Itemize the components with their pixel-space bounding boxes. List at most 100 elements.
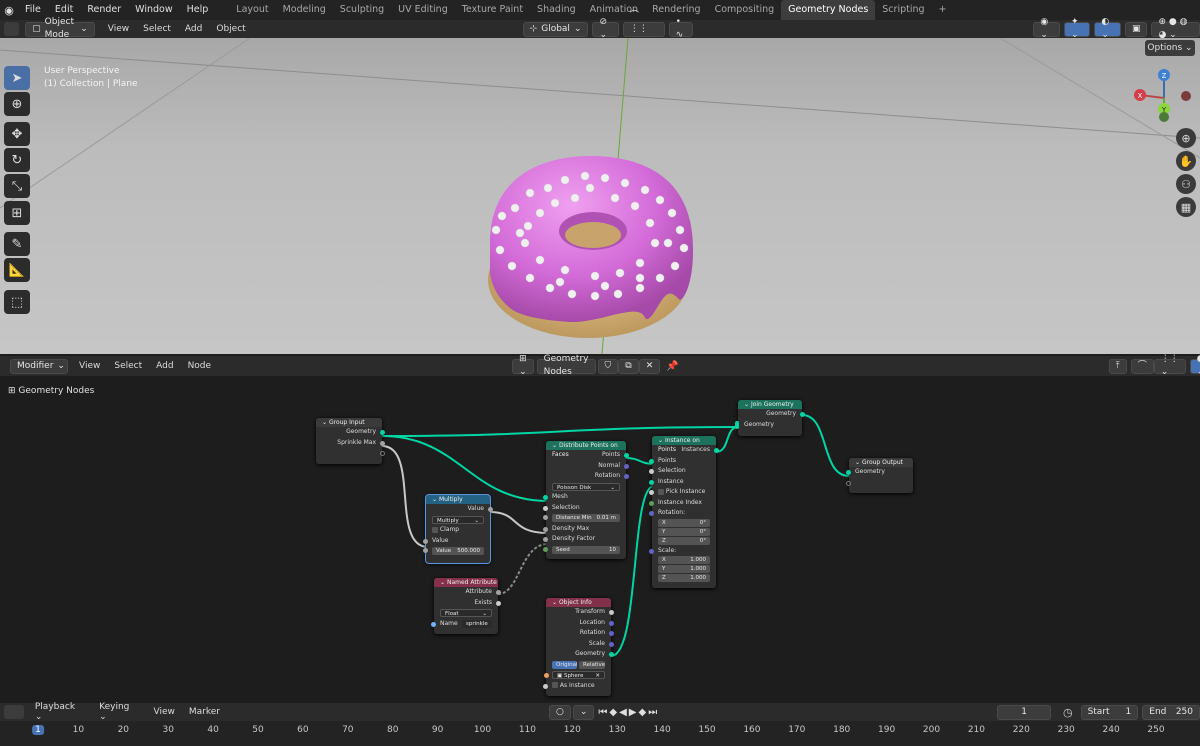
- pin-icon[interactable]: 📌: [666, 361, 678, 372]
- timeline-menu-playback[interactable]: Playback ⌄: [28, 702, 92, 722]
- node-editor-canvas[interactable]: ⊞ Geometry Nodes ⌄ Group Input Geometry …: [0, 376, 1200, 700]
- node-object-info[interactable]: ⌄ Object Info Transform Location Rotatio…: [543, 598, 614, 696]
- data-type-dropdown[interactable]: Float ⌄: [440, 609, 492, 617]
- play-reverse-icon[interactable]: ◀: [619, 707, 629, 718]
- operation-dropdown[interactable]: Multiply ⌄: [432, 515, 484, 524]
- clock-icon[interactable]: ◷: [1063, 706, 1073, 719]
- pick-instance-checkbox[interactable]: Pick Instance: [649, 487, 716, 498]
- grid-perspective-icon[interactable]: ▦: [1176, 197, 1196, 217]
- 3d-viewport[interactable]: User Perspective (1) Collection | Plane …: [0, 38, 1200, 354]
- node-join-geometry[interactable]: ⌄ Join Geometry Geometry Geometry: [735, 400, 805, 436]
- distance-min-field[interactable]: Distance Min 0.01 m: [543, 514, 620, 522]
- object-field[interactable]: ▣ Sphere ✕: [544, 671, 605, 680]
- clear-icon[interactable]: ✕: [595, 672, 600, 680]
- shading-modes[interactable]: ⊕ ● ◍ ◕ ⌄: [1151, 17, 1200, 40]
- rotate-tool[interactable]: ↻: [4, 148, 30, 172]
- tab-compositing[interactable]: Compositing: [708, 0, 782, 20]
- node-tree-browse-button[interactable]: ⊞ ⌄: [512, 354, 534, 377]
- current-frame-field[interactable]: 1: [997, 704, 1051, 720]
- move-tool[interactable]: ✥: [4, 122, 30, 146]
- prev-keyframe-icon[interactable]: ◆: [609, 707, 619, 718]
- add-cube-tool[interactable]: ⬚: [4, 290, 30, 314]
- timeline-menu-keying[interactable]: Keying ⌄: [92, 702, 146, 722]
- zoom-icon[interactable]: ⊕: [1176, 128, 1196, 148]
- menu-window[interactable]: Window: [128, 0, 179, 20]
- end-frame-field[interactable]: End 250: [1142, 704, 1200, 720]
- node-snap-toggle[interactable]: ⌒: [1130, 358, 1154, 374]
- tab-texture-paint[interactable]: Texture Paint: [455, 0, 530, 20]
- rotation-z-field[interactable]: Z 0°: [658, 536, 710, 545]
- seed-field[interactable]: Seed 10: [543, 545, 620, 554]
- node-instance-on-points[interactable]: ⌄ Instance on Points Instances Points Se…: [649, 436, 719, 588]
- keying-set-dropdown[interactable]: ⌄: [572, 704, 595, 720]
- play-icon[interactable]: ▶: [629, 707, 639, 718]
- pivot-dropdown[interactable]: ⊘ ⌄: [592, 17, 619, 40]
- tab-layout[interactable]: Layout: [229, 0, 275, 20]
- node-snap-dropdown[interactable]: ⋮⋮ ⌄: [1153, 354, 1186, 377]
- mode-dropdown[interactable]: ▢ Object Mode ⌄: [25, 17, 95, 40]
- timeline-menu-marker[interactable]: Marker: [182, 707, 227, 717]
- blender-logo-icon[interactable]: ◉: [0, 4, 18, 17]
- pan-hand-icon[interactable]: ✋: [1176, 151, 1196, 171]
- node-multiply[interactable]: ⌄ Multiply Value Multiply ⌄ Clamp Value V…: [423, 494, 493, 564]
- select-box-tool[interactable]: ➤: [4, 66, 30, 90]
- jump-end-icon[interactable]: ⏭: [648, 707, 659, 718]
- start-frame-field[interactable]: Start 1: [1080, 704, 1139, 720]
- node-menu-add[interactable]: Add: [149, 361, 180, 371]
- fake-user-shield-icon[interactable]: ⛉: [597, 358, 619, 374]
- scale-x-field[interactable]: X 1.000: [658, 556, 710, 564]
- xray-toggle[interactable]: ▣: [1124, 21, 1148, 37]
- as-instance-checkbox[interactable]: As Instance: [543, 681, 611, 692]
- menu-file[interactable]: File: [18, 0, 48, 20]
- camera-icon[interactable]: ⚇: [1176, 174, 1196, 194]
- node-group-input[interactable]: ⌄ Group Input Geometry Sprinkle Max: [316, 418, 385, 464]
- timeline-ruler[interactable]: 1 10 20 30 40 50 60 70 80 90 100 110 120 130 140 150 160…: [0, 721, 1200, 746]
- node-group-output[interactable]: ⌄ Group Output Geometry: [846, 458, 913, 493]
- rotation-y-field[interactable]: Y 0°: [658, 527, 710, 536]
- transform-tool[interactable]: ⊞: [4, 201, 30, 225]
- unlink-tree-icon[interactable]: ✕: [638, 358, 661, 374]
- timeline-menu-view[interactable]: View: [147, 707, 182, 717]
- node-menu-node[interactable]: Node: [181, 361, 219, 371]
- tab-scripting[interactable]: Scripting: [875, 0, 931, 20]
- annotate-tool[interactable]: ✎: [4, 232, 30, 256]
- viewport-menu-object[interactable]: Object: [209, 24, 252, 34]
- node-named-attribute[interactable]: ⌄ Named Attribute Attribute Exists Float…: [431, 578, 501, 634]
- editor-context-dropdown[interactable]: Modifier ⌄: [10, 358, 68, 374]
- auto-keying-toggle[interactable]: ○: [548, 704, 571, 720]
- attribute-name-field[interactable]: sprinkle: [462, 619, 492, 628]
- timeline-editor-type-icon[interactable]: [4, 705, 24, 719]
- rotation-x-field[interactable]: X 0°: [658, 518, 710, 527]
- overlay-toggle[interactable]: ◐ ⌄: [1094, 17, 1121, 40]
- proportional-edit-toggle[interactable]: • ∿: [668, 17, 694, 40]
- viewport-menu-select[interactable]: Select: [136, 24, 178, 34]
- node-tree-name-field[interactable]: Geometry Nodes: [536, 354, 596, 377]
- snap-toggle[interactable]: ⌒ ⋮⋮ ⌄: [622, 11, 665, 47]
- visibility-dropdown[interactable]: ◉ ⌄: [1033, 17, 1060, 40]
- distribute-method-dropdown[interactable]: Poisson Disk ⌄: [552, 482, 620, 491]
- viewport-menu-add[interactable]: Add: [178, 24, 209, 34]
- add-workspace-button[interactable]: +: [932, 0, 954, 20]
- value-field[interactable]: Value 500.000: [423, 547, 484, 555]
- cursor-tool[interactable]: ⊕: [4, 92, 30, 116]
- node-distribute-points[interactable]: ⌄ Distribute Points on Faces Points Norm…: [543, 441, 629, 559]
- navigation-gizmo[interactable]: Z X Y: [1128, 66, 1200, 126]
- parent-tree-icon[interactable]: ⤒: [1108, 358, 1127, 374]
- menu-render[interactable]: Render: [80, 0, 128, 20]
- relative-mode-button[interactable]: Relative: [579, 660, 605, 669]
- scale-y-field[interactable]: Y 1.000: [658, 565, 710, 573]
- tab-uv-editing[interactable]: UV Editing: [391, 0, 455, 20]
- scale-z-field[interactable]: Z 1.000: [658, 574, 710, 582]
- tab-sculpting[interactable]: Sculpting: [333, 0, 391, 20]
- duplicate-tree-icon[interactable]: ⧉: [618, 358, 639, 374]
- menu-help[interactable]: Help: [180, 0, 216, 20]
- tab-geometry-nodes[interactable]: Geometry Nodes: [781, 0, 876, 20]
- editor-type-icon[interactable]: [4, 22, 20, 36]
- options-button[interactable]: Options ⌄: [1145, 40, 1195, 56]
- original-mode-button[interactable]: Original: [552, 660, 578, 669]
- orientation-dropdown[interactable]: ⊹ Global ⌄: [522, 21, 589, 37]
- node-overlay-toggle[interactable]: ◐ ⌄: [1189, 354, 1200, 377]
- node-menu-select[interactable]: Select: [107, 361, 149, 371]
- viewport-menu-view[interactable]: View: [101, 24, 136, 34]
- scale-tool[interactable]: ⤡: [4, 174, 30, 198]
